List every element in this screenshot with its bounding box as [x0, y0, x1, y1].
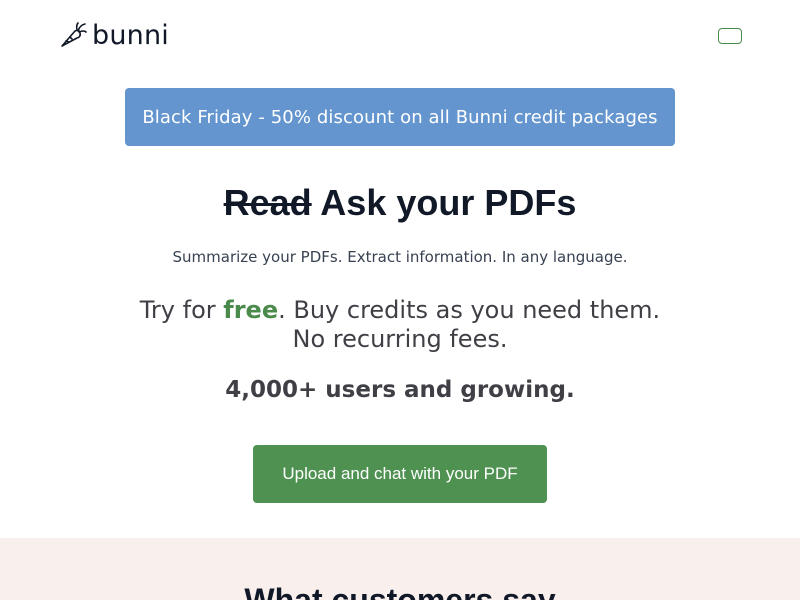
- hero-title: Read Ask your PDFs: [0, 182, 800, 224]
- logo-text: bunni: [92, 19, 169, 51]
- users-count: 4,000+ users and growing.: [225, 377, 575, 403]
- hero-subtitle: Summarize your PDFs. Extract information…: [172, 248, 628, 266]
- customers-section: What customers say: [0, 538, 800, 600]
- page: bunni Black Friday - 50% discount on all…: [0, 0, 800, 600]
- tagline-end: . Buy credits as you need them. No recur…: [278, 296, 661, 353]
- menu-toggle-button[interactable]: [718, 28, 742, 44]
- tagline-start: Try for: [139, 296, 224, 324]
- site-header: bunni: [0, 0, 800, 72]
- carrot-icon: [58, 20, 88, 50]
- hero-title-main: Ask your PDFs: [311, 182, 577, 223]
- hero-tagline: Try for free. Buy credits as you need th…: [130, 296, 670, 354]
- customers-title: What customers say: [244, 582, 556, 600]
- hero-title-struck: Read: [223, 182, 312, 223]
- logo-link[interactable]: bunni: [58, 18, 169, 52]
- tagline-free: free: [223, 296, 279, 324]
- upload-pdf-button[interactable]: Upload and chat with your PDF: [253, 445, 547, 503]
- black-friday-banner[interactable]: Black Friday - 50% discount on all Bunni…: [125, 88, 675, 146]
